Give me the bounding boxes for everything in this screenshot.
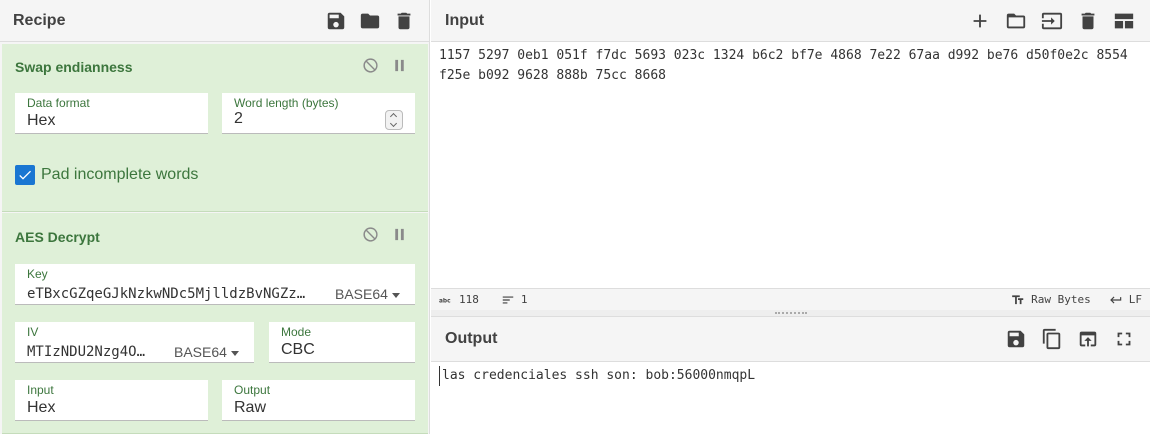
output-format-select[interactable]: Output Raw bbox=[222, 380, 415, 421]
data-format-select[interactable]: Data format Hex bbox=[15, 93, 208, 134]
operation-swap-endianness: Swap endianness Data format Hex Word len… bbox=[2, 44, 428, 212]
input-status-bar: abc 118 1 Raw Bytes LF bbox=[431, 288, 1150, 310]
folder-icon[interactable] bbox=[358, 9, 382, 33]
disable-icon[interactable] bbox=[362, 226, 379, 243]
input-header: Input bbox=[431, 0, 1150, 42]
eol-selector[interactable]: LF bbox=[1109, 293, 1142, 307]
word-length-input[interactable]: Word length (bytes) 2 bbox=[222, 93, 415, 134]
recipe-panel: Recipe Swap endianness Data format Hex W… bbox=[0, 0, 430, 434]
field-value: Hex bbox=[27, 112, 56, 129]
iv-encoding-dropdown[interactable]: BASE64 bbox=[174, 344, 239, 360]
encoding-label: Raw Bytes bbox=[1031, 293, 1091, 306]
eol-label: LF bbox=[1128, 293, 1142, 306]
output-text[interactable]: las credenciales ssh son: bob:56000nmqpL bbox=[439, 366, 1143, 386]
key-encoding-dropdown[interactable]: BASE64 bbox=[335, 286, 400, 302]
checkbox-checked-icon[interactable] bbox=[15, 165, 35, 185]
return-icon bbox=[1109, 296, 1121, 303]
input-panel: Input 1157 5297 0eb1 051f f7dc 5693 023c… bbox=[431, 0, 1150, 310]
output-header: Output bbox=[431, 316, 1150, 362]
disable-icon[interactable] bbox=[362, 57, 379, 74]
field-label: Data format bbox=[27, 96, 90, 110]
field-value: Hex bbox=[27, 399, 56, 416]
copy-icon[interactable] bbox=[1040, 327, 1064, 351]
input-textarea[interactable]: 1157 5297 0eb1 051f f7dc 5693 023c 1324 … bbox=[439, 46, 1143, 86]
input-lines: 1 bbox=[520, 293, 528, 306]
output-title: Output bbox=[445, 330, 498, 347]
input-length: 118 bbox=[459, 293, 479, 306]
abc-icon: abc bbox=[439, 298, 451, 304]
cyberchef-app: Recipe Swap endianness Data format Hex W… bbox=[0, 0, 1150, 434]
save-output-icon[interactable] bbox=[1004, 327, 1028, 351]
iv-input[interactable]: IV MTIzNDU2Nzg4OTBhYmNkZWY= BASE64 bbox=[15, 322, 254, 363]
clear-input-icon[interactable] bbox=[1076, 9, 1100, 33]
input-title: Input bbox=[445, 11, 485, 29]
pad-incomplete-words-checkbox[interactable]: Pad incomplete words bbox=[15, 165, 198, 185]
text-size-icon bbox=[1012, 294, 1024, 304]
svg-text:abc: abc bbox=[439, 298, 451, 304]
field-label: IV bbox=[27, 325, 39, 339]
recipe-title: Recipe bbox=[13, 11, 66, 29]
lines-icon bbox=[502, 296, 514, 303]
open-file-icon[interactable] bbox=[1040, 9, 1064, 33]
field-label: Output bbox=[234, 383, 271, 397]
field-label: Key bbox=[27, 267, 48, 281]
replace-input-icon[interactable] bbox=[1076, 327, 1100, 351]
field-label: Word length (bytes) bbox=[234, 96, 339, 110]
field-value: MTIzNDU2Nzg4OTBhYmNkZWY= bbox=[27, 344, 152, 360]
operation-title[interactable]: Swap endianness bbox=[15, 59, 132, 75]
field-value: Raw bbox=[234, 399, 267, 416]
output-panel: Output las credenciales ssh son: bob:560… bbox=[431, 316, 1150, 434]
field-label: Input bbox=[27, 383, 54, 397]
fullscreen-icon[interactable] bbox=[1112, 327, 1136, 351]
trash-icon[interactable] bbox=[392, 9, 416, 33]
field-value: eTBxcGZqeGJkNzkwNDc5MjlldzBvNGZzbDJzZnZr… bbox=[27, 286, 312, 302]
pause-icon[interactable] bbox=[391, 226, 408, 243]
field-value: CBC bbox=[281, 341, 315, 358]
field-value: 2 bbox=[234, 110, 243, 127]
save-icon[interactable] bbox=[324, 9, 348, 33]
input-format-select[interactable]: Input Hex bbox=[15, 380, 208, 421]
add-tab-icon[interactable] bbox=[968, 9, 992, 33]
reset-layout-icon[interactable] bbox=[1112, 9, 1136, 33]
field-label: Mode bbox=[281, 325, 312, 339]
mode-select[interactable]: Mode CBC bbox=[269, 322, 415, 363]
stepper-icon[interactable] bbox=[385, 110, 403, 130]
encoding-selector[interactable]: Raw Bytes bbox=[1011, 293, 1091, 307]
open-folder-icon[interactable] bbox=[1004, 9, 1028, 33]
pause-icon[interactable] bbox=[391, 57, 408, 74]
recipe-header: Recipe bbox=[0, 0, 429, 42]
checkbox-label: Pad incomplete words bbox=[41, 166, 199, 183]
length-indicator: abc 118 bbox=[439, 293, 479, 307]
key-input[interactable]: Key eTBxcGZqeGJkNzkwNDc5MjlldzBvNGZzbDJz… bbox=[15, 264, 415, 305]
operation-aes-decrypt: AES Decrypt Key eTBxcGZqeGJkNzkwNDc5Mjll… bbox=[2, 213, 428, 434]
lines-indicator: 1 bbox=[501, 293, 528, 307]
operation-title[interactable]: AES Decrypt bbox=[15, 229, 100, 245]
